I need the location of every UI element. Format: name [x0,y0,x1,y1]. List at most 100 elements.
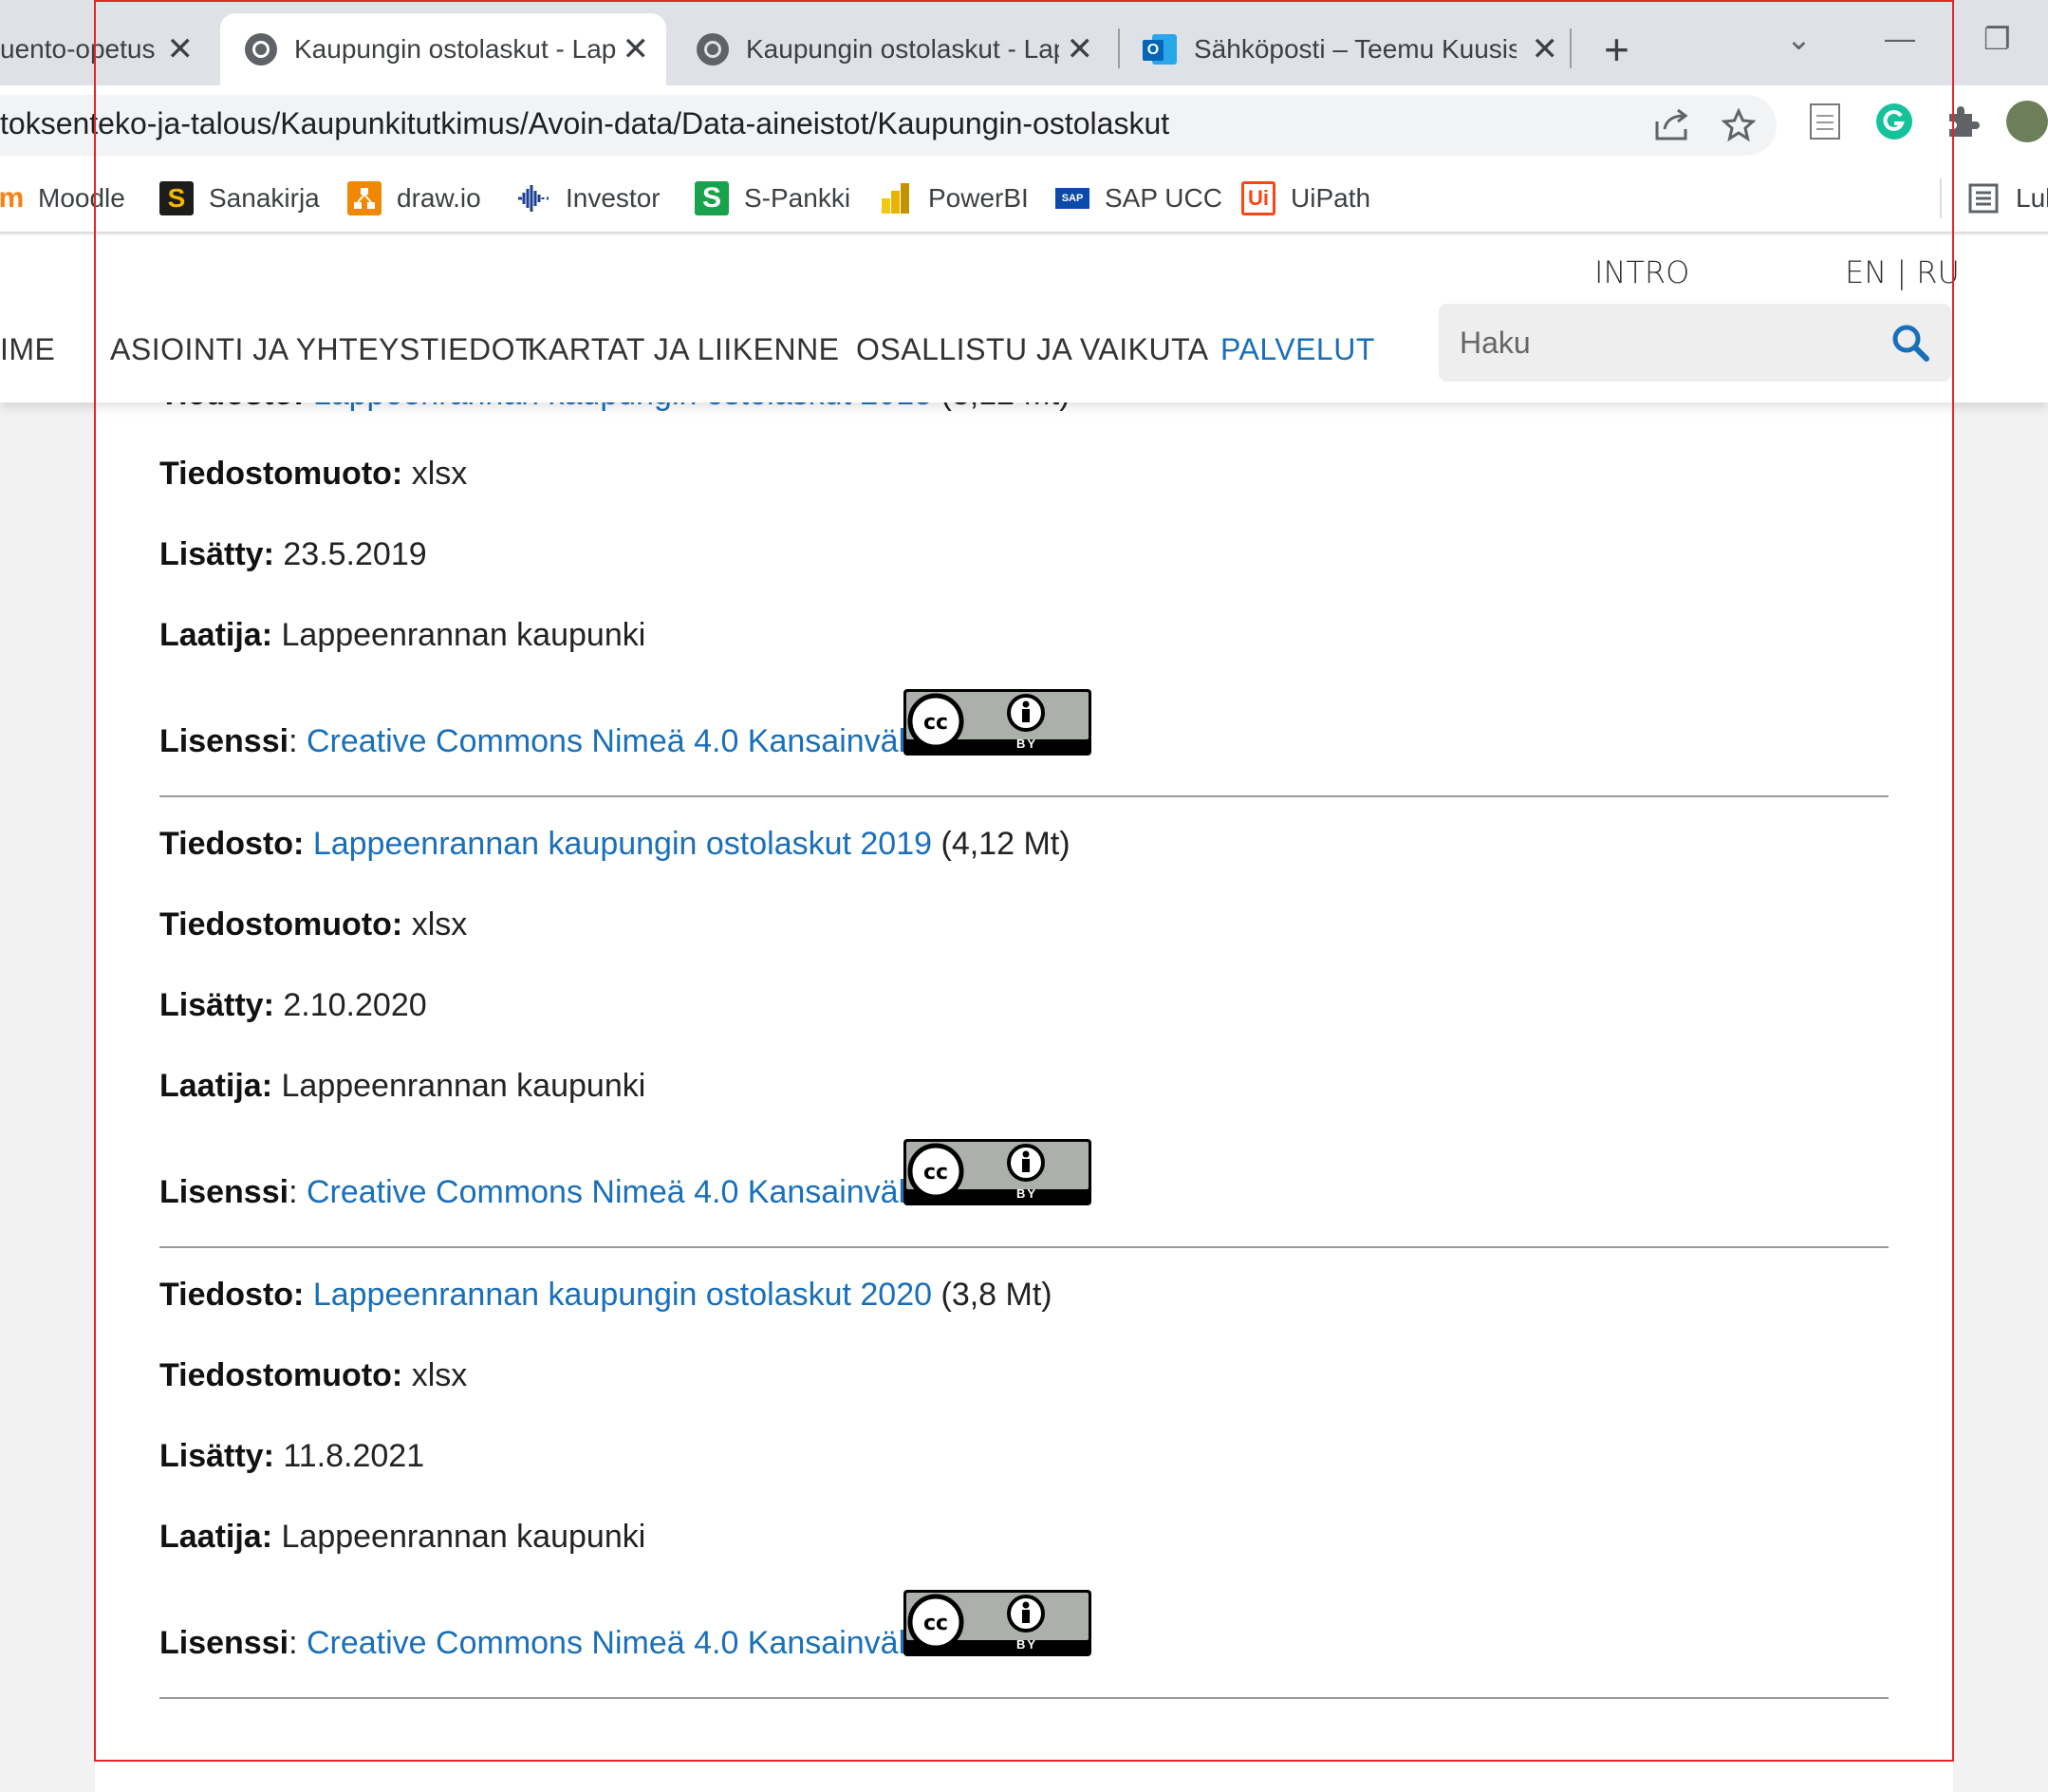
share-icon[interactable] [1653,108,1691,142]
label-colon: : [289,723,298,759]
star-icon[interactable] [1722,108,1756,142]
badge-text: BY [1015,737,1038,751]
author-label: Laatija: [159,617,273,653]
license-link[interactable]: Creative Commons Nimeä 4.0 Kansainväline… [307,723,966,759]
license-link[interactable]: Creative Commons Nimeä 4.0 Kansainväline… [307,1174,966,1210]
cc-by-badge[interactable]: cc BY [903,689,1091,756]
search-input[interactable] [1458,319,1875,366]
bookmark-drawio[interactable]: draw.io [347,177,481,220]
format-value: xlsx [411,1357,468,1393]
cc-icon: cc [907,1143,964,1200]
moodle-icon: m [0,182,25,214]
added-label: Lisätty: [159,536,274,572]
bookmark-label: UiPath [1291,183,1371,213]
svg-text:cc: cc [923,1161,948,1185]
file-link[interactable]: Lappeenrannan kaupungin ostolaskut 2019 [313,826,932,862]
bookmarks-divider [1940,178,1942,218]
restore-icon[interactable]: ❐ [1983,21,2011,57]
bookmark-label: PowerBI [928,183,1029,213]
search-box [1439,304,1951,382]
browser-tab-active[interactable]: Kaupungin ostolaskut - Lap ✕ [220,13,666,85]
bookmark-label: Moodle [38,183,125,213]
label-colon: : [289,1625,298,1661]
tab-title: Kaupungin ostolaskut - Lap [294,34,617,64]
bookmark-spankki[interactable]: S S-Pankki [695,177,850,220]
license-link[interactable]: Creative Commons Nimeä 4.0 Kansainväline… [307,1625,966,1661]
nav-item-asiointi[interactable]: ASIOINTI JA YHTEYSTIEDOT [110,332,534,367]
added-row: Lisätty: 2.10.2020 [159,987,427,1024]
minimize-icon[interactable]: — [1885,21,1915,56]
close-icon[interactable]: ✕ [1067,30,1094,68]
close-icon[interactable]: ✕ [167,30,195,68]
cc-by-badge[interactable]: cc BY [903,1590,1091,1656]
added-row: Lisätty: 11.8.2021 [159,1438,424,1475]
powerbi-icon [879,181,913,215]
nav-item-home[interactable]: IME [0,332,55,367]
bookmark-uipath[interactable]: Ui UiPath [1241,177,1370,220]
globe-icon [245,33,277,65]
globe-icon [697,33,729,65]
bookmark-label: SAP UCC [1105,183,1222,213]
badge-text: BY [1015,1637,1038,1652]
bookmark-sanakirja[interactable]: S Sanakirja [159,177,320,220]
format-label: Tiedostomuoto: [159,906,403,943]
format-row: Tiedostomuoto: xlsx [159,906,467,943]
badge-text: BY [1015,1186,1038,1201]
format-label: Tiedostomuoto: [159,456,403,492]
svg-text:cc: cc [923,1612,948,1635]
reading-list[interactable]: Luk [1966,177,2048,220]
entry-divider [159,1246,1889,1248]
close-icon[interactable]: ✕ [623,30,650,68]
attribution-icon [1007,1144,1045,1182]
browser-tab[interactable]: uento-opetus ✕ [0,13,211,85]
author-row: Laatija: Lappeenrannan kaupunki [159,1068,645,1105]
reading-list-icon [1966,181,2001,215]
license-row: Lisenssi: Creative Commons Nimeä 4.0 Kan… [159,1174,966,1211]
nav-item-kartat[interactable]: KARTAT JA LIIKENNE [528,332,840,367]
search-icon[interactable] [1890,323,1930,363]
format-label: Tiedostomuoto: [159,1357,403,1393]
extensions-puzzle-icon[interactable] [1944,103,1982,140]
nav-item-palvelut[interactable]: PALVELUT [1220,332,1375,367]
bookmark-sap[interactable]: SAP SAP UCC [1055,177,1222,220]
entry-divider [159,1697,1889,1699]
browser-tab[interactable]: Kaupungin ostolaskut - Lap ✕ [674,13,1110,85]
format-value: xlsx [411,456,468,492]
language-switcher[interactable]: EN | RU [1845,254,1960,290]
bookmark-investor[interactable]: Investor [516,177,661,220]
author-row: Laatija: Lappeenrannan kaupunki [159,617,645,654]
svg-text:cc: cc [923,711,948,735]
new-tab-button[interactable]: + [1604,23,1629,76]
bookmark-moodle[interactable]: m Moodle [0,177,125,220]
browser-tab[interactable]: O Sähköposti – Teemu Kuusist ✕ [1129,13,1575,85]
tab-separator [1570,28,1572,68]
profile-avatar[interactable] [2006,101,2048,142]
added-row: Lisätty: 23.5.2019 [159,536,427,573]
author-value: Lappeenrannan kaupunki [281,1068,646,1104]
address-bar[interactable]: toksenteko-ja-talous/Kaupunkitutkimus/Av… [0,95,1777,156]
license-row: Lisenssi: Creative Commons Nimeä 4.0 Kan… [159,723,966,760]
url-text[interactable]: toksenteko-ja-talous/Kaupunkitutkimus/Av… [0,106,1169,141]
intro-link[interactable]: INTRO [1594,254,1689,290]
file-link[interactable]: Lappeenrannan kaupungin ostolaskut 2020 [313,1277,932,1313]
cc-by-badge[interactable]: cc BY [903,1139,1091,1205]
file-label: Tiedosto: [159,1277,305,1313]
close-icon[interactable]: ✕ [1532,30,1559,68]
uipath-icon: Ui [1241,181,1275,215]
bookmark-label: Investor [566,183,661,213]
license-label: Lisenssi [159,1625,289,1661]
cc-icon: cc [907,693,964,750]
added-value: 2.10.2020 [283,987,427,1023]
reading-list-label: Luk [2016,183,2048,213]
spankki-icon: S [695,181,729,215]
browser-toolbar: toksenteko-ja-talous/Kaupunkitutkimus/Av… [0,85,2048,167]
nav-item-osallistu[interactable]: OSALLISTU JA VAIKUTA [856,332,1209,367]
bookmark-powerbi[interactable]: PowerBI [879,177,1029,220]
tab-search-chevron-icon[interactable]: ⌄ [1786,21,1812,57]
license-label: Lisenssi [159,1174,289,1210]
file-size: (4,12 Mt) [940,826,1071,862]
author-label: Laatija: [159,1068,273,1104]
bookmark-label: draw.io [397,183,481,213]
document-extension-icon[interactable] [1809,103,1841,140]
grammarly-icon[interactable] [1875,103,1913,140]
